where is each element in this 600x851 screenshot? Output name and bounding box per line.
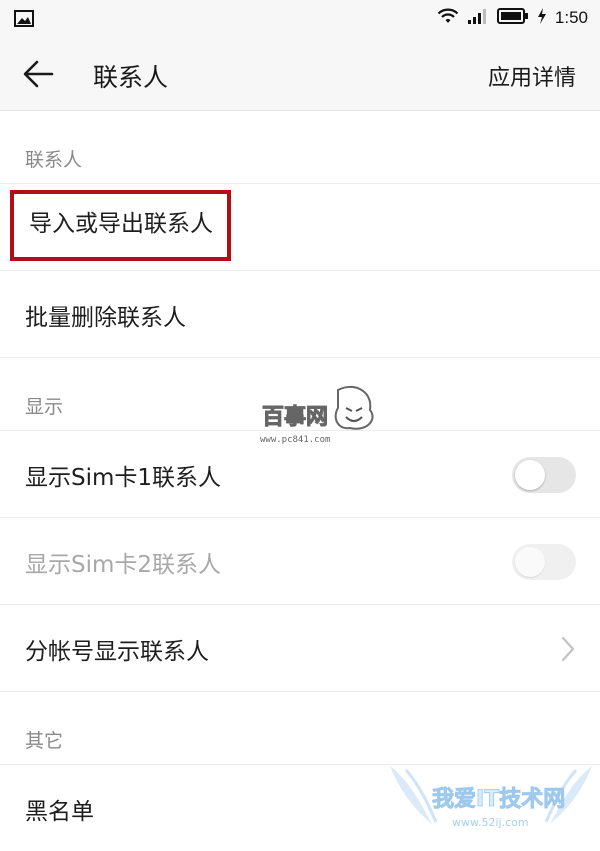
signal-icon [467, 7, 489, 29]
blacklist-label: 黑名单 [25, 799, 94, 825]
sim1-toggle[interactable] [512, 457, 576, 493]
app-details-button[interactable]: 应用详情 [488, 60, 576, 92]
app-bar: 联系人 应用详情 [0, 38, 600, 111]
show-sim2-contacts-row: 显示Sim卡2联系人 [0, 518, 600, 605]
toggle-knob [515, 547, 545, 577]
show-sim1-contacts-label: 显示Sim卡1联系人 [25, 465, 222, 491]
batch-delete-contacts-label: 批量删除联系人 [25, 305, 186, 331]
charging-icon [537, 7, 547, 29]
toggle-knob [515, 460, 545, 490]
page-title: 联系人 [93, 63, 169, 92]
battery-icon [496, 7, 529, 29]
section-title: 其它 [25, 730, 64, 752]
show-by-account-label: 分帐号显示联系人 [25, 639, 209, 665]
image-icon [14, 10, 34, 31]
section-header-display: 显示 [0, 358, 600, 431]
blacklist-row[interactable]: 黑名单 [0, 765, 600, 851]
wifi-icon [437, 7, 459, 29]
show-by-account-row[interactable]: 分帐号显示联系人 [0, 605, 600, 692]
status-bar: 1:50 [0, 0, 600, 38]
batch-delete-contacts-row[interactable]: 批量删除联系人 [0, 271, 600, 358]
arrow-left-icon [23, 60, 54, 88]
back-button[interactable] [18, 52, 62, 96]
section-header-other: 其它 [0, 692, 600, 765]
status-time: 1:50 [554, 8, 588, 27]
section-title: 显示 [25, 396, 64, 418]
section-header-contacts: 联系人 [0, 111, 600, 184]
import-export-contacts-label: 导入或导出联系人 [10, 190, 231, 262]
show-sim1-contacts-row[interactable]: 显示Sim卡1联系人 [0, 431, 600, 518]
chevron-right-icon [560, 635, 576, 667]
sim2-toggle [512, 544, 576, 580]
section-title: 联系人 [25, 149, 83, 171]
show-sim2-contacts-label: 显示Sim卡2联系人 [25, 552, 222, 578]
import-export-contacts-row[interactable]: 导入或导出联系人 [0, 184, 600, 271]
